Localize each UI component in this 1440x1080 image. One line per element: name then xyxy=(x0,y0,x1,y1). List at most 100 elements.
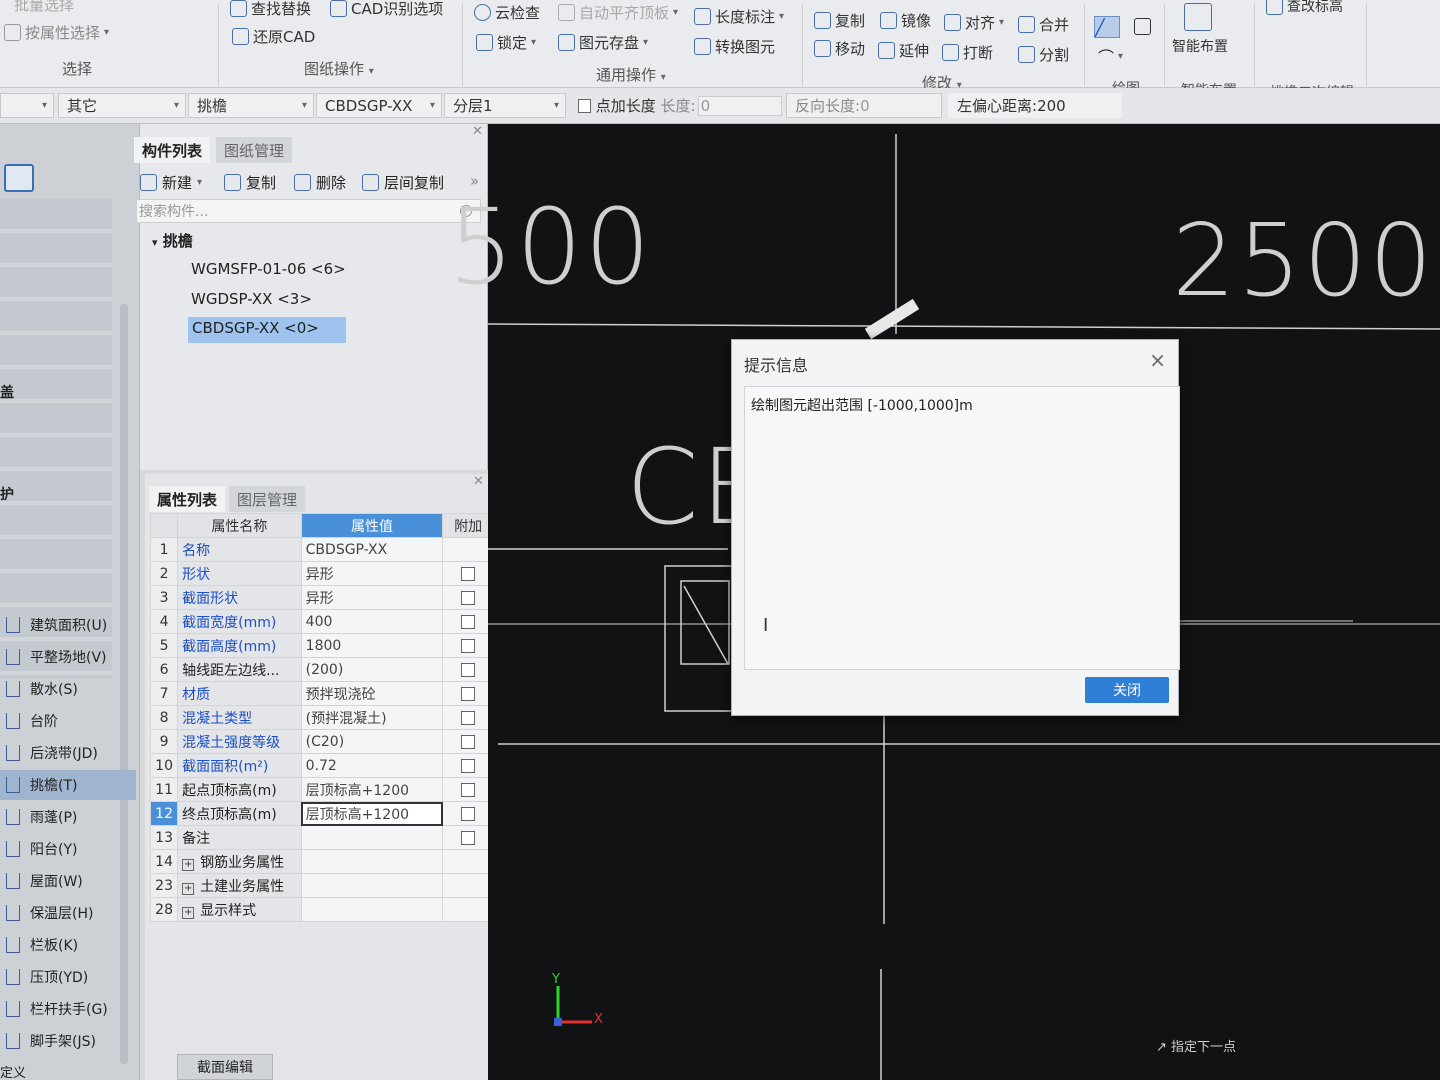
property-row[interactable]: 11 起点顶标高(m) 层顶标高+1200 xyxy=(149,777,494,802)
type-dropdown[interactable]: 挑檐 ▾ xyxy=(188,93,314,118)
property-row[interactable]: 13 备注 xyxy=(149,825,494,850)
cloud-check-button[interactable]: 云检查 xyxy=(474,2,540,23)
close-button[interactable]: 关闭 xyxy=(1085,677,1169,703)
property-row[interactable]: 8 混凝土类型 (预拌混凝土) xyxy=(149,705,494,730)
close-icon[interactable]: × xyxy=(1149,348,1166,372)
attach-checkbox[interactable] xyxy=(461,590,476,605)
break-button[interactable]: 打断 xyxy=(942,42,993,63)
merge-button[interactable]: 合并 xyxy=(1018,14,1069,35)
property-row[interactable]: 3 截面形状 异形 xyxy=(149,585,494,610)
nav-item[interactable]: 台阶 xyxy=(0,706,136,736)
nav-item[interactable]: 挑檐(T) xyxy=(0,770,136,800)
length-mark-button[interactable]: 长度标注 ▾ xyxy=(694,6,784,27)
property-row[interactable]: 10 截面面积(m²) 0.72 xyxy=(149,753,494,778)
tree-item-selected[interactable]: CBDSGP-XX <0> xyxy=(188,317,346,343)
attach-checkbox[interactable] xyxy=(461,566,476,581)
nav-item[interactable]: 压顶(YD) xyxy=(0,962,136,992)
nav-item[interactable]: 建筑面积(U) xyxy=(0,610,136,640)
layer-dropdown[interactable]: 分层1 ▾ xyxy=(444,93,566,118)
floor-copy-button[interactable]: 层间复制 xyxy=(362,172,444,193)
nav-item[interactable]: 雨蓬(P) xyxy=(0,802,136,832)
property-row[interactable]: 14 + 钢筋业务属性 xyxy=(149,849,494,874)
draw-line-button[interactable]: ╱ xyxy=(1094,16,1120,38)
tab-property-list[interactable]: 属性列表 xyxy=(149,486,226,512)
component-dropdown[interactable]: CBDSGP-XX ▾ xyxy=(316,93,442,118)
property-row[interactable]: 1 名称 CBDSGP-XX xyxy=(149,537,494,562)
property-value[interactable]: 层顶标高+1200 xyxy=(300,777,444,802)
attach-checkbox[interactable] xyxy=(461,830,476,845)
new-component-button[interactable]: 新建 ▾ xyxy=(140,172,202,193)
property-value[interactable]: 0.72 xyxy=(300,753,444,778)
attach-checkbox[interactable] xyxy=(461,638,476,653)
property-row[interactable]: 6 轴线距左边线... (200) xyxy=(149,657,494,682)
property-value[interactable]: (C20) xyxy=(300,729,444,754)
nav-item[interactable]: 散水(S) xyxy=(0,674,136,704)
add-length-checkbox[interactable] xyxy=(578,98,591,113)
property-value[interactable]: 预拌现浇砼 xyxy=(300,681,444,706)
property-value[interactable]: 400 xyxy=(300,609,444,634)
expand-plus-icon[interactable]: + xyxy=(182,906,195,919)
nav-item[interactable]: 屋面(W) xyxy=(0,866,136,896)
lock-button[interactable]: 锁定 ▾ xyxy=(476,32,536,53)
expand-plus-icon[interactable]: + xyxy=(182,858,195,871)
view-elevation-button[interactable]: 查改标高 xyxy=(1266,0,1343,16)
draw-rect-button[interactable] xyxy=(1134,18,1151,35)
section-edit-button[interactable]: 截面编辑 xyxy=(177,1054,273,1080)
group-label-general-ops[interactable]: 通用操作 ▾ xyxy=(596,64,666,85)
property-value[interactable]: (预拌混凝土) xyxy=(300,705,444,730)
property-row[interactable]: 4 截面宽度(mm) 400 xyxy=(149,609,494,634)
category-dropdown[interactable]: 其它 ▾ xyxy=(58,93,186,118)
attach-checkbox[interactable] xyxy=(461,686,476,701)
property-row[interactable]: 28 + 显示样式 xyxy=(149,897,494,922)
nav-item[interactable]: 保温层(H) xyxy=(0,898,136,928)
attach-checkbox[interactable] xyxy=(461,782,476,797)
copy-button[interactable]: 复制 xyxy=(814,10,865,31)
attach-checkbox[interactable] xyxy=(461,662,476,677)
floor-dropdown[interactable]: ▾ xyxy=(0,93,54,118)
smart-layout-button[interactable]: 智能布置 xyxy=(1172,36,1228,56)
property-value[interactable]: 层顶标高+1200 xyxy=(300,801,444,826)
smart-layout-icon-button[interactable] xyxy=(1178,2,1218,32)
draw-arc-button[interactable]: ⌒ ▾ xyxy=(1098,44,1123,68)
property-value[interactable]: CBDSGP-XX xyxy=(300,537,444,562)
cad-options-button[interactable]: CAD识别选项 xyxy=(330,0,443,19)
nav-item[interactable]: 脚手架(JS) xyxy=(0,1026,136,1056)
expand-caret-icon[interactable]: ▾ xyxy=(152,236,158,249)
property-row[interactable]: 12 终点顶标高(m) 层顶标高+1200 xyxy=(149,801,494,826)
tree-item[interactable]: WGDSP-XX <3> xyxy=(191,290,312,308)
batch-select-button[interactable]: 批量选择 xyxy=(14,0,74,15)
property-value[interactable] xyxy=(300,849,444,874)
panel-close-icon[interactable]: ✕ xyxy=(473,474,484,489)
search-input[interactable]: 搜索构件... xyxy=(139,201,460,221)
property-value[interactable]: 异形 xyxy=(300,561,444,586)
property-value[interactable] xyxy=(300,897,444,922)
nav-item[interactable]: 阳台(Y) xyxy=(0,834,136,864)
property-value[interactable]: (200) xyxy=(300,657,444,682)
attach-checkbox[interactable] xyxy=(461,806,476,821)
offset-field[interactable]: 左偏心距离: 200 xyxy=(948,93,1122,118)
attr-select-button[interactable]: 按属性选择 ▾ xyxy=(4,22,109,43)
mirror-button[interactable]: 镜像 xyxy=(880,10,931,31)
property-row[interactable]: 9 混凝土强度等级 (C20) xyxy=(149,729,494,754)
nav-item[interactable]: 栏杆扶手(G) xyxy=(0,994,136,1024)
property-value[interactable]: 异形 xyxy=(300,585,444,610)
expand-plus-icon[interactable]: + xyxy=(182,882,195,895)
attach-checkbox[interactable] xyxy=(461,614,476,629)
list-view-icon[interactable] xyxy=(4,164,34,192)
property-row[interactable]: 7 材质 预拌现浇砼 xyxy=(149,681,494,706)
attach-checkbox[interactable] xyxy=(461,758,476,773)
split-button[interactable]: 分割 xyxy=(1018,44,1069,65)
property-row[interactable]: 2 形状 异形 xyxy=(149,561,494,586)
find-replace-button[interactable]: 查找替换 xyxy=(230,0,311,19)
extend-button[interactable]: 延伸 xyxy=(878,40,929,61)
nav-item[interactable]: 栏板(K) xyxy=(0,930,136,960)
property-value[interactable] xyxy=(300,873,444,898)
property-row[interactable]: 5 截面高度(mm) 1800 xyxy=(149,633,494,658)
convert-button[interactable]: 转换图元 xyxy=(694,36,775,57)
restore-cad-button[interactable]: 还原CAD xyxy=(232,26,315,47)
tree-root[interactable]: ▾ 挑檐 xyxy=(152,230,193,251)
nav-item[interactable]: 平整场地(V) xyxy=(0,642,136,672)
property-row[interactable]: 23 + 土建业务属性 xyxy=(149,873,494,898)
copy-component-button[interactable]: 复制 xyxy=(224,172,276,193)
component-search-field[interactable]: 搜索构件... xyxy=(136,199,481,223)
